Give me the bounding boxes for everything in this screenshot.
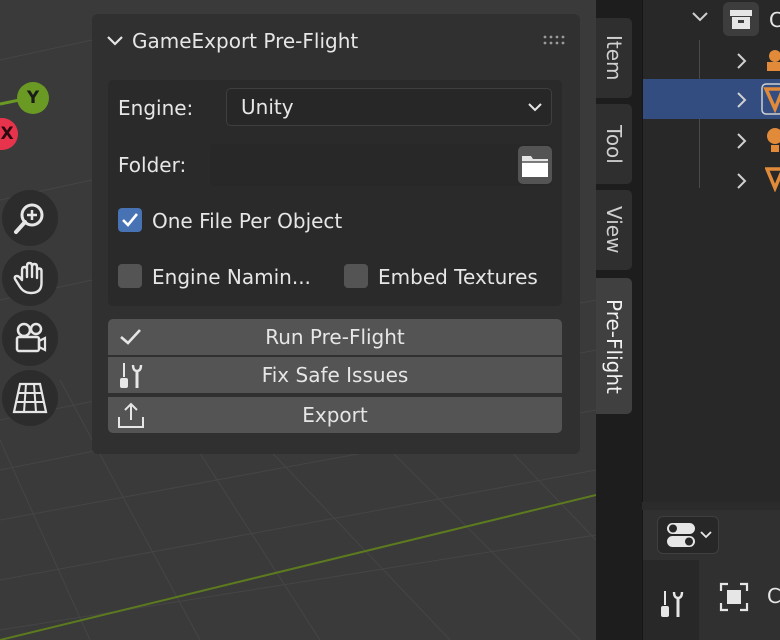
folder-icon: [522, 156, 548, 177]
outliner-row[interactable]: [643, 120, 780, 160]
fix-safe-issues-button[interactable]: Fix Safe Issues: [108, 357, 562, 393]
one-file-per-object-checkbox[interactable]: [118, 208, 142, 232]
panel-title: GameExport Pre-Flight: [132, 29, 359, 53]
drag-grip-icon[interactable]: [542, 34, 568, 48]
grid-perspective-icon: [12, 382, 48, 414]
run-preflight-label: Run Pre-Flight: [265, 325, 405, 349]
settings-box: Engine: Unity Folder: One File Per Objec…: [108, 80, 562, 306]
chevron-right-icon: [737, 133, 747, 149]
properties-editor: C: [642, 510, 780, 640]
checkmark-icon: [122, 213, 139, 227]
gizmo-y-axis[interactable]: Y: [17, 82, 49, 114]
tab-pre-flight[interactable]: Pre-Flight: [596, 278, 632, 414]
fix-safe-issues-label: Fix Safe Issues: [261, 363, 409, 387]
export-button[interactable]: Export: [108, 397, 562, 433]
one-file-per-object-label[interactable]: One File Per Object: [152, 209, 342, 233]
outliner-row[interactable]: [643, 160, 780, 200]
browse-folder-button[interactable]: [518, 146, 552, 184]
tab-view[interactable]: View: [596, 190, 632, 270]
tab-view-label: View: [602, 206, 626, 254]
chevron-down-icon: [107, 36, 123, 46]
outliner-row[interactable]: [643, 40, 780, 80]
chevron-right-icon: [737, 53, 747, 69]
x-axis-line: [0, 494, 596, 640]
embed-textures-label[interactable]: Embed Textures: [378, 265, 538, 289]
mesh-object-icon: [761, 83, 780, 115]
tools-icon: [661, 591, 684, 617]
properties-partial-label: C: [767, 584, 780, 608]
tab-tool[interactable]: Tool: [596, 104, 632, 184]
zoom-button[interactable]: [2, 190, 58, 246]
pan-button[interactable]: [2, 250, 58, 306]
tab-item-label: Item: [602, 35, 626, 81]
outliner-row-selected[interactable]: [643, 79, 780, 119]
gizmo-y-label: Y: [26, 88, 40, 108]
export-icon: [118, 402, 144, 428]
collection-box-icon: [730, 10, 752, 29]
tab-tool-label: Tool: [602, 124, 626, 164]
run-preflight-button[interactable]: Run Pre-Flight: [108, 319, 562, 355]
engine-dropdown[interactable]: Unity: [226, 88, 552, 126]
toggle-switch-icon: [667, 523, 695, 547]
gizmo-x-label: X: [0, 124, 14, 144]
folder-path-field[interactable]: [210, 144, 552, 186]
select-box-icon[interactable]: [719, 582, 749, 612]
chevron-right-icon: [737, 92, 747, 108]
tool-properties-tab[interactable]: [655, 586, 689, 620]
outliner-collection-label: C: [769, 8, 780, 32]
tab-item[interactable]: Item: [596, 18, 632, 98]
editor-type-button[interactable]: [657, 516, 719, 554]
engine-value: Unity: [241, 95, 294, 119]
folder-label: Folder:: [118, 153, 187, 177]
collection-icon[interactable]: [723, 2, 759, 36]
hand-icon: [13, 261, 43, 295]
camera-view-button[interactable]: [2, 310, 58, 366]
chevron-down-icon[interactable]: [691, 10, 709, 24]
chevron-right-icon: [737, 173, 747, 189]
engine-naming-checkbox[interactable]: [118, 264, 142, 288]
preflight-panel: GameExport Pre-Flight Engine: Unity Fold…: [92, 14, 580, 454]
3d-viewport[interactable]: Y X GameExport Pre-Flight Engine: Unity …: [0, 0, 596, 640]
perspective-toggle-button[interactable]: [2, 370, 58, 426]
sidebar-tabs: Item Tool View Pre-Flight: [596, 0, 642, 640]
engine-naming-label[interactable]: Engine Namin...: [152, 265, 311, 289]
chevron-down-icon: [700, 531, 712, 539]
export-label: Export: [302, 403, 368, 427]
outliner: C: [642, 0, 780, 502]
zoom-icon: [14, 203, 44, 234]
properties-tab-sidebar: [643, 560, 699, 640]
camera-object-icon: [767, 50, 780, 71]
tools-icon: [120, 363, 143, 388]
camera-icon: [15, 322, 47, 353]
light-object-icon: [767, 128, 780, 152]
chevron-down-icon: [528, 103, 542, 112]
engine-label: Engine:: [118, 96, 194, 120]
embed-textures-checkbox[interactable]: [344, 264, 368, 288]
tab-pre-flight-label: Pre-Flight: [602, 298, 626, 394]
mesh-object-icon: [765, 167, 780, 192]
checkmark-icon: [120, 329, 141, 345]
panel-header[interactable]: GameExport Pre-Flight: [106, 26, 358, 56]
